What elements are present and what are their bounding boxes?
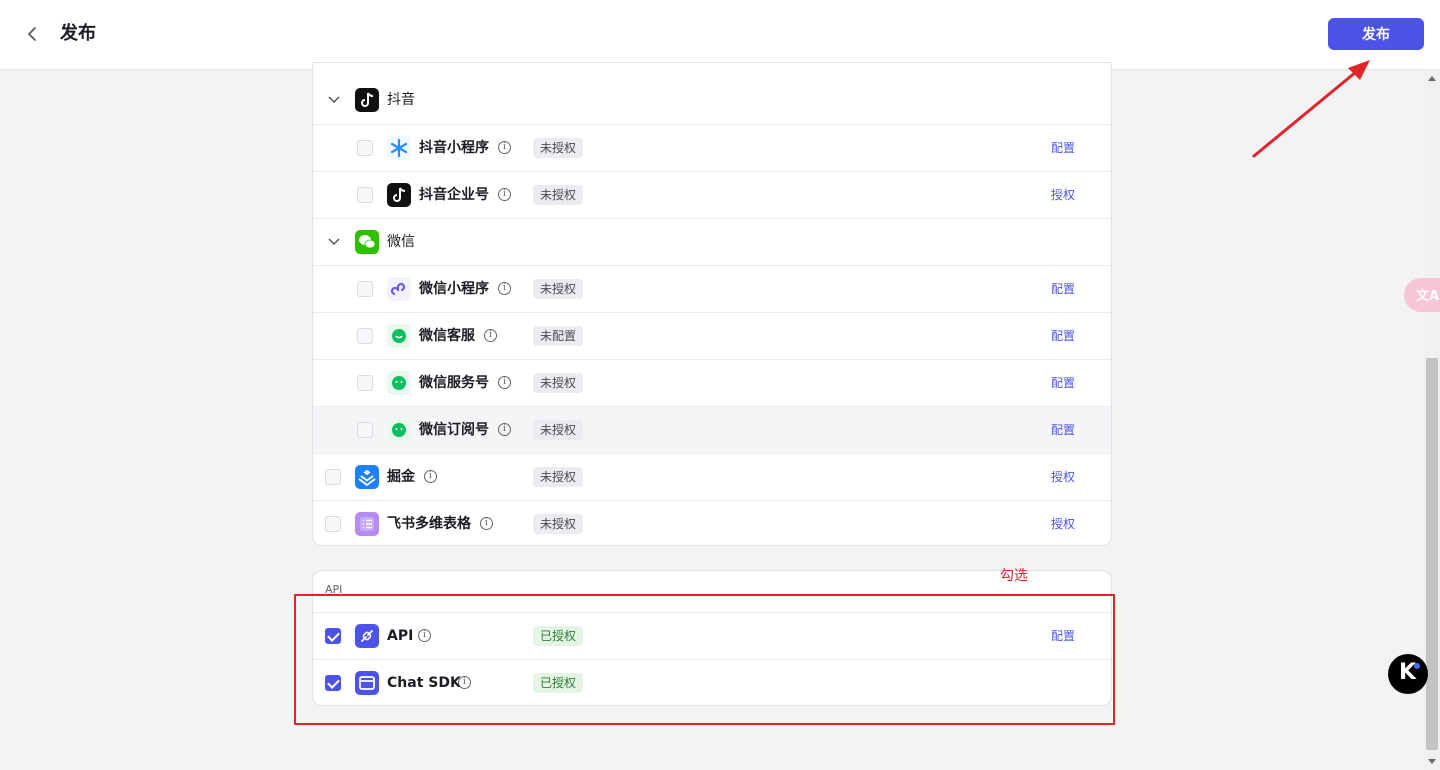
list-item: 掘金 i 未授权 授权	[313, 453, 1111, 500]
group-label: 抖音	[387, 92, 415, 108]
status-badge: 未授权	[533, 279, 584, 299]
list-item: 飞书多维表格 i 未授权 授权	[313, 500, 1111, 545]
annotation-arrow-icon	[1252, 60, 1370, 158]
status-badge: 未授权	[533, 138, 584, 158]
chevron-down-icon[interactable]	[327, 234, 341, 248]
item-label: 抖音企业号	[419, 187, 489, 203]
select-checkbox[interactable]	[325, 469, 341, 485]
configure-link[interactable]: 配置	[1051, 327, 1075, 345]
wechat-subscription-icon	[387, 418, 411, 442]
select-checkbox[interactable]	[357, 140, 373, 156]
authorize-link[interactable]: 授权	[1051, 186, 1075, 204]
configure-link[interactable]: 配置	[1051, 374, 1075, 392]
douyin-icon	[355, 88, 379, 112]
select-checkbox[interactable]	[325, 516, 341, 532]
status-badge: 未授权	[533, 420, 584, 440]
translate-button[interactable]: 文A	[1404, 278, 1440, 312]
wechat-miniapp-icon	[387, 277, 411, 301]
notification-dot	[1414, 663, 1420, 669]
page-title: 发布	[60, 23, 96, 44]
group-header-douyin[interactable]: 抖音	[313, 77, 1111, 124]
list-item: 微信小程序 i 未授权 配置	[313, 265, 1111, 312]
annotation-label: 勾选	[1000, 568, 1028, 584]
info-icon[interactable]: i	[498, 376, 511, 389]
group-header-wechat[interactable]: 微信	[313, 218, 1111, 265]
douyin-miniapp-icon	[387, 136, 411, 160]
juejin-icon	[355, 465, 379, 489]
info-icon[interactable]: i	[498, 141, 511, 154]
assistant-button[interactable]: K	[1388, 654, 1428, 694]
list-item: 微信服务号 i 未授权 配置	[313, 359, 1111, 406]
select-checkbox[interactable]	[357, 281, 373, 297]
annotation-box	[294, 594, 1115, 725]
list-item: 抖音企业号 i 未授权 授权	[313, 171, 1111, 218]
configure-link[interactable]: 配置	[1051, 421, 1075, 439]
feishu-bitable-icon	[355, 512, 379, 536]
scroll-down-arrow-icon[interactable]	[1428, 759, 1436, 764]
status-badge: 未授权	[533, 514, 584, 534]
info-icon[interactable]: i	[498, 282, 511, 295]
translate-icon: 文A	[1416, 289, 1440, 304]
info-icon[interactable]: i	[484, 329, 497, 342]
scroll-thumb[interactable]	[1426, 358, 1438, 750]
wechat-service-icon	[387, 324, 411, 348]
item-label: 微信客服	[419, 328, 475, 344]
item-label: 微信订阅号	[419, 422, 489, 438]
info-icon[interactable]: i	[424, 470, 437, 483]
platform-list-card: 抖音 抖音小程序 i 未授权 配置 抖音企业号 i 未授权 授权 微信 微信小程…	[312, 62, 1112, 546]
top-bar: 发布 发布	[0, 0, 1440, 70]
list-item: 微信订阅号 i 未授权 配置	[313, 406, 1111, 453]
list-item: 抖音小程序 i 未授权 配置	[313, 124, 1111, 171]
status-badge: 未授权	[533, 373, 584, 393]
back-arrow-icon[interactable]	[22, 23, 44, 45]
status-badge: 未授权	[533, 467, 584, 487]
wechat-icon	[355, 230, 379, 254]
item-label: 掘金	[387, 469, 415, 485]
item-label: 飞书多维表格	[387, 516, 471, 532]
authorize-link[interactable]: 授权	[1051, 515, 1075, 533]
select-checkbox[interactable]	[357, 187, 373, 203]
status-badge: 未授权	[533, 185, 584, 205]
configure-link[interactable]: 配置	[1051, 280, 1075, 298]
publish-button[interactable]: 发布	[1328, 18, 1424, 50]
list-item: 微信客服 i 未配置 配置	[313, 312, 1111, 359]
authorize-link[interactable]: 授权	[1051, 468, 1075, 486]
chevron-down-icon[interactable]	[327, 92, 341, 106]
info-icon[interactable]: i	[480, 517, 493, 530]
item-label: 微信服务号	[419, 375, 489, 391]
item-label: 抖音小程序	[419, 140, 489, 156]
info-icon[interactable]: i	[498, 423, 511, 436]
scrollbar[interactable]	[1424, 70, 1440, 770]
item-label: 微信小程序	[419, 281, 489, 297]
select-checkbox[interactable]	[357, 422, 373, 438]
group-label: 微信	[387, 234, 415, 250]
status-badge: 未配置	[533, 326, 584, 346]
douyin-enterprise-icon	[387, 183, 411, 207]
info-icon[interactable]: i	[498, 188, 511, 201]
wechat-official-icon	[387, 371, 411, 395]
select-checkbox[interactable]	[357, 328, 373, 344]
configure-link[interactable]: 配置	[1051, 139, 1075, 157]
scroll-up-arrow-icon[interactable]	[1428, 76, 1436, 81]
select-checkbox[interactable]	[357, 375, 373, 391]
